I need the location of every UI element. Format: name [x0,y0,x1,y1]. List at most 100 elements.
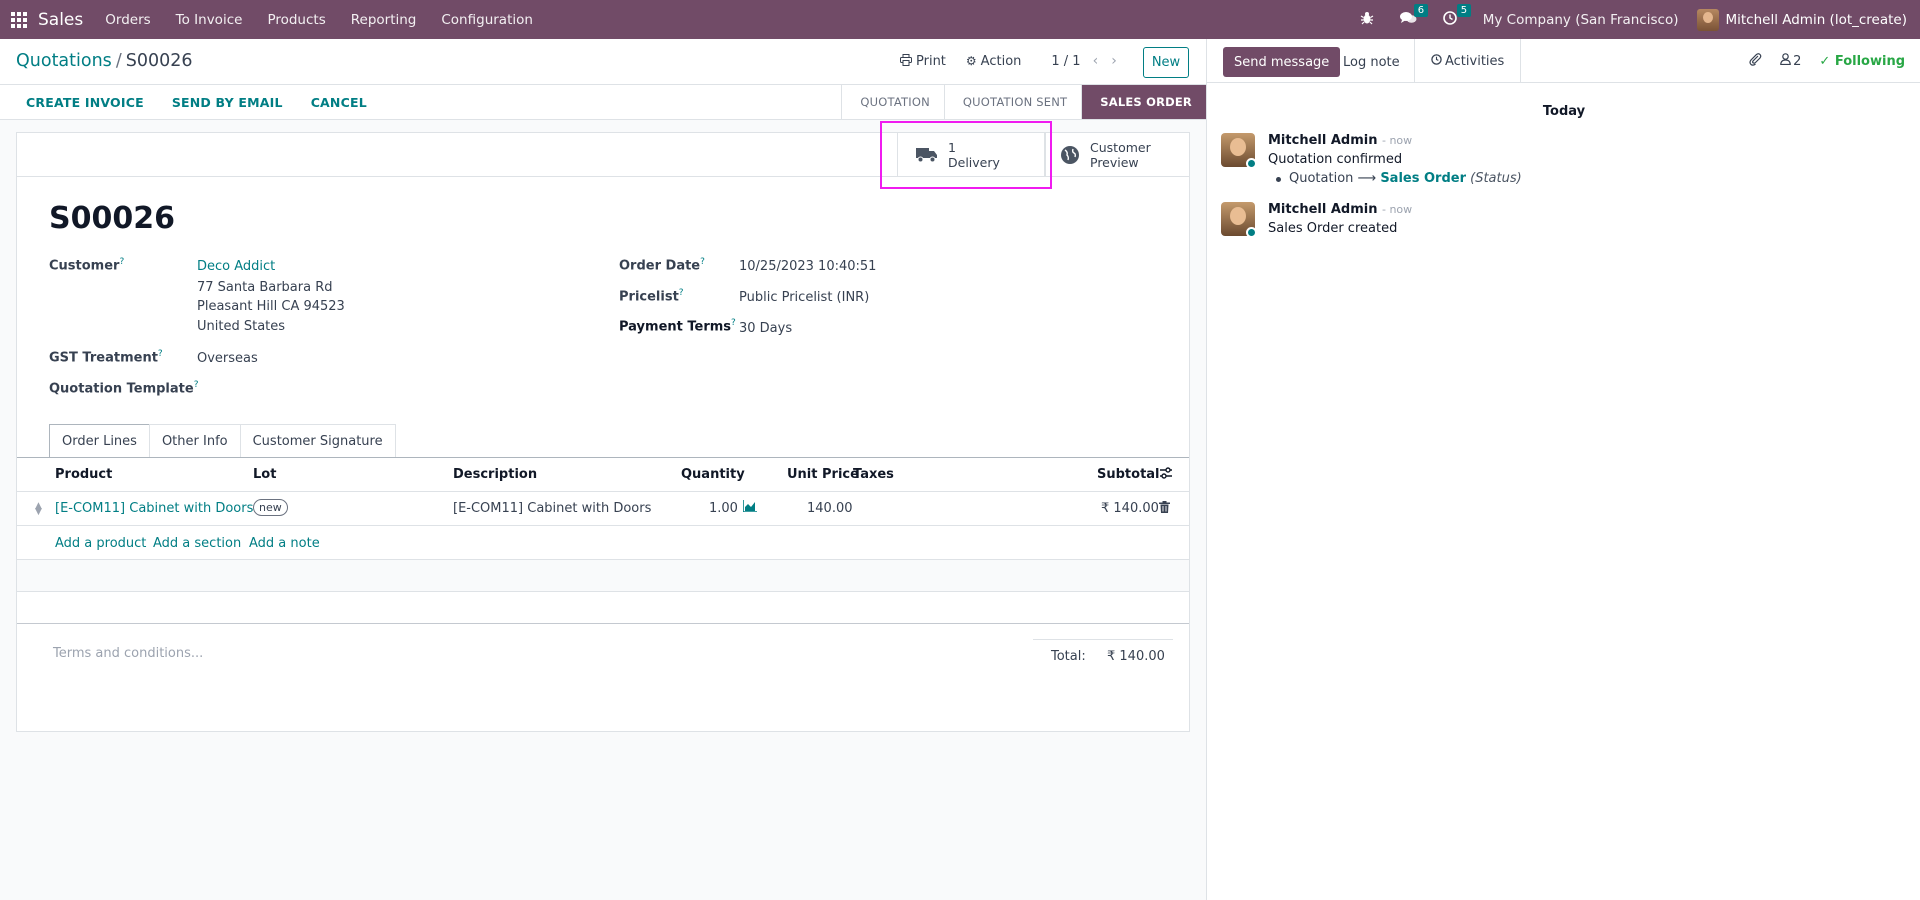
add-note-link[interactable]: Add a note [249,536,320,551]
payment-terms-label: Payment Terms? [619,318,736,335]
column-taxes[interactable]: Taxes [853,467,894,482]
following-button[interactable]: ✓ Following [1819,54,1905,69]
send-message-button[interactable]: Send message [1223,47,1341,77]
gst-treatment-value[interactable]: Overseas [197,351,258,366]
user-menu[interactable]: Mitchell Admin (lot_create) [1697,8,1907,31]
activities-badge: 5 [1456,3,1472,17]
row-quantity[interactable]: 1.00 [709,501,738,516]
activities-clock-icon[interactable]: 5 [1442,3,1472,29]
print-icon [900,53,912,69]
forecast-chart-icon[interactable] [742,500,757,516]
smart-button-box: 1 Delivery Customer Preview [17,133,1189,177]
pager-next-icon[interactable]: › [1111,53,1117,69]
add-product-link[interactable]: Add a product [55,536,146,551]
lot-new-badge[interactable]: new [253,499,288,516]
author-name[interactable]: Mitchell Admin [1268,133,1377,148]
row-unit-price[interactable]: 140.00 [807,501,853,516]
activities-label: Activities [1445,53,1505,69]
gst-treatment-label: GST Treatment? [49,349,163,366]
chatter-topbar: Send message Log note Activities 2 ✓ Fol… [1207,39,1920,83]
preview-line2: Preview [1090,155,1139,170]
send-by-email-button[interactable]: SEND BY EMAIL [172,95,283,110]
top-navbar: Sales Orders To Invoice Products Reporti… [0,0,1920,39]
message-author: Mitchell Admin - now [1268,133,1412,148]
company-switcher[interactable]: My Company (San Francisco) [1483,12,1679,28]
table-row[interactable]: ▲ ▼ [E-COM11] Cabinet with Doors new [E-C… [17,492,1189,526]
control-panel: Quotations / S00026 Print ⚙ Action 1 / 1 ‹… [0,39,1206,85]
column-lot[interactable]: Lot [253,467,276,482]
followers-button[interactable]: 2 [1780,53,1801,69]
author-name[interactable]: Mitchell Admin [1268,202,1377,217]
column-subtotal[interactable]: Subtotal [1097,467,1160,482]
customer-link[interactable]: Deco Addict [197,259,275,274]
create-invoice-button[interactable]: CREATE INVOICE [26,95,144,110]
terms-input[interactable]: Terms and conditions... [53,646,203,661]
pricelist-label: Pricelist? [619,288,684,305]
user-name: Mitchell Admin (lot_create) [1725,11,1907,28]
notebook-tabs: Order Lines Other Info Customer Signatur… [49,424,396,458]
action-button[interactable]: ⚙ Action [966,54,1021,69]
column-description[interactable]: Description [453,467,537,482]
stage-quotation-sent[interactable]: QUOTATION SENT [943,85,1082,119]
print-button[interactable]: Print [900,53,946,69]
breadcrumb-current: S00026 [125,51,193,71]
customer-preview-smart-button[interactable]: Customer Preview [1045,133,1189,177]
globe-icon [1060,145,1080,166]
column-quantity[interactable]: Quantity [681,467,745,482]
app-brand[interactable]: Sales [38,10,83,30]
message-time: - now [1381,203,1413,216]
pricelist-value[interactable]: Public Pricelist (INR) [739,290,869,305]
chatter-message: Mitchell Admin - now Sales Order created [1221,202,1901,242]
menu-products[interactable]: Products [267,12,325,28]
add-section-link[interactable]: Add a section [153,536,241,551]
menu-reporting[interactable]: Reporting [351,12,417,28]
messages-chat-icon[interactable]: 6 [1399,3,1429,29]
column-settings-icon[interactable] [1159,466,1173,484]
tab-customer-signature[interactable]: Customer Signature [239,424,396,458]
stage-quotation[interactable]: QUOTATION [841,85,944,119]
tab-order-lines[interactable]: Order Lines [49,424,150,458]
record-name: S00026 [49,201,175,236]
tracking-new: Sales Order [1380,171,1466,186]
debug-bug-icon[interactable] [1360,11,1374,29]
drag-handle-icon[interactable]: ▲ ▼ [35,502,42,517]
customer-label: Customer? [49,257,125,274]
chatter-message: Mitchell Admin - now Quotation confirmed… [1221,133,1901,193]
form-actions: Print ⚙ Action 1 / 1 ‹ › [900,53,1130,69]
apps-menu-icon[interactable] [0,0,38,39]
order-date-label: Order Date? [619,257,705,274]
row-description[interactable]: [E-COM11] Cabinet with Doors [453,501,651,516]
breadcrumb: Quotations / S00026 [16,51,193,71]
messages-badge: 6 [1413,3,1429,17]
message-time: - now [1381,134,1413,147]
new-button[interactable]: New [1143,47,1189,78]
stage-sales-order[interactable]: SALES ORDER [1081,85,1206,119]
stage-pipeline: QUOTATION QUOTATION SENT SALES ORDER [841,85,1206,119]
total-divider [1033,639,1173,640]
log-note-button[interactable]: Log note [1333,47,1410,77]
breadcrumb-quotations[interactable]: Quotations [16,51,112,71]
action-label: Action [980,53,1022,69]
row-subtotal: ₹ 140.00 [1101,501,1159,516]
pager-value[interactable]: 1 / 1 [1051,54,1080,69]
menu-to-invoice[interactable]: To Invoice [176,12,243,28]
activities-button[interactable]: Activities [1414,39,1522,83]
online-status-icon [1246,227,1257,238]
tab-other-info[interactable]: Other Info [148,424,241,458]
tracking-old: Quotation [1289,171,1354,186]
delete-trash-icon[interactable] [1159,501,1170,517]
paperclip-icon[interactable] [1748,52,1762,70]
tracking-value: Quotation ⟶ Sales Order (Status) [1276,171,1522,186]
cancel-button[interactable]: CANCEL [311,95,367,110]
address-line2: Pleasant Hill CA 94523 [197,299,345,314]
row-product[interactable]: [E-COM11] Cabinet with Doors [55,501,253,516]
menu-orders[interactable]: Orders [105,12,150,28]
order-date-value[interactable]: 10/25/2023 10:40:51 [739,259,876,274]
menu-configuration[interactable]: Configuration [441,12,533,28]
pager-previous-icon[interactable]: ‹ [1093,53,1099,69]
payment-terms-value[interactable]: 30 Days [739,321,792,336]
chatter-panel: Send message Log note Activities 2 ✓ Fol… [1206,39,1920,900]
delivery-smart-button[interactable]: 1 Delivery [897,133,1045,177]
column-unit-price[interactable]: Unit Price [787,467,859,482]
column-product[interactable]: Product [55,467,112,482]
